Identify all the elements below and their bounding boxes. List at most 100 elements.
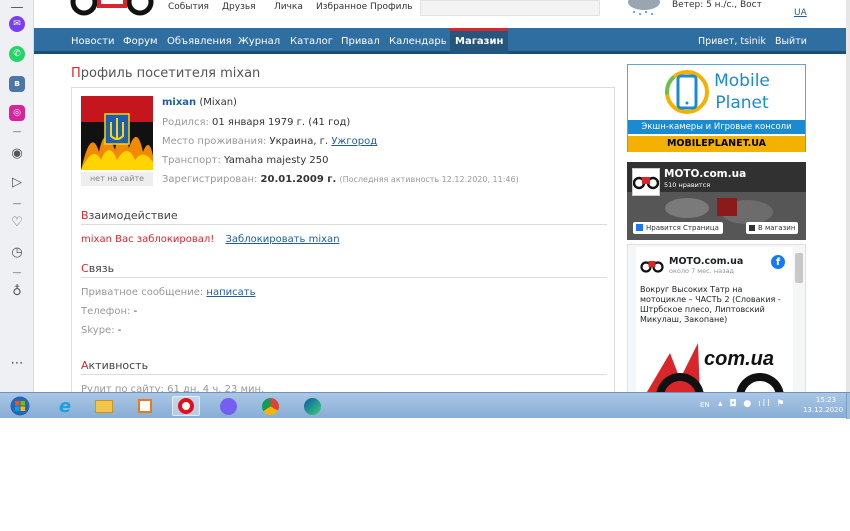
facebook-icon[interactable]: f [771,255,785,269]
fb-like-icon [636,224,643,231]
facebook-page-widget[interactable]: MOTO.com.ua 510 нравится Нравится Страни… [627,162,806,240]
contact-title-first: С [81,262,89,275]
tray-icons[interactable]: ▴ ◘ ● ıll ⚑ [718,399,787,409]
search-input[interactable] [420,0,600,16]
post-time[interactable]: около 7 мес. назад [669,267,734,275]
transport-label: Транспорт: [162,155,221,166]
nav-rest[interactable]: Привал [341,36,380,47]
nav-journal[interactable]: Журнал [238,36,280,47]
nav-catalog[interactable]: Каталог [290,36,333,47]
history-icon[interactable]: ◷ [8,245,26,261]
profile-born-row: Родился: 01 января 1979 г. (41 год) [162,117,350,128]
taskbar-media[interactable] [134,396,156,416]
keyboard-language[interactable]: EN [700,401,710,409]
divider-icon: — [12,127,22,137]
nav-ads[interactable]: Объявления [167,36,232,47]
messenger-icon[interactable]: ✉ [9,16,25,32]
nav-forum[interactable]: Форум [123,36,158,47]
lang-switch-ua[interactable]: UA [794,8,807,18]
clock-time[interactable]: 15:23 [808,396,844,404]
show-desktop-button[interactable] [846,393,850,419]
ad-mobile-planet[interactable]: Mobile Planet Экшн-камеры и Игровые консо… [627,64,806,152]
fb-like-page-label: Нравится Страница [646,224,719,232]
post-scrollbar[interactable] [795,253,803,283]
send-icon[interactable]: ▷ [8,175,26,191]
contact-title-rest: вязь [88,262,115,275]
weather-wind: Ветер: 5 н./с., Вост [672,0,762,10]
top-link-events[interactable]: События [168,2,209,12]
fb-shop-label: В магазин [758,224,796,232]
nav-shop-active[interactable]: Магазин [450,28,508,54]
activity-title-rest: ктивность [88,359,149,372]
interaction-title-rest: заимодействие [88,209,178,222]
profile-name-row: mixan (Mixan) [162,97,237,108]
media-player-icon [138,399,152,413]
fb-post: MOTO.com.ua около 7 мес. назад f Вокруг … [636,247,793,392]
whatsapp-icon[interactable]: ✆ [9,46,25,62]
moto-logo[interactable] [70,0,154,16]
interaction-row: mixan Вас заблокировал! Заблокировать mi… [81,234,340,245]
start-button[interactable] [9,396,31,416]
opera-icon [178,398,194,414]
registered-label: Зарегистрирован: [162,174,258,185]
top-link-messages[interactable]: Личка [274,2,303,12]
profile-transport-row: Транспорт: Yamaha majesty 250 [162,155,329,166]
taskbar-ie[interactable]: e [54,395,76,417]
place-city-link[interactable]: Ужгород [331,136,377,147]
divider-icon: — [12,199,22,209]
profile-username[interactable]: mixan [162,97,196,108]
ad-url[interactable]: MOBILEPLANET.UA [628,136,805,152]
block-user-link[interactable]: Заблокировать mixan [225,234,339,245]
folder-icon [95,399,113,413]
fb-shop-button[interactable]: В магазин [746,222,798,234]
nav-calendar[interactable]: Календарь [389,36,447,47]
post-image[interactable]: com.ua [640,339,790,392]
last-activity: (Последняя активность 12.12.2020, 11:46) [339,175,519,184]
online-status: нет на сайте [81,172,153,186]
private-message-row: Приватное сообщение: написать [81,287,255,298]
fb-page-name[interactable]: MOTO.com.ua [664,168,746,180]
page-scrollbar[interactable] [846,0,850,392]
fb-like-page-button[interactable]: Нравится Страница [633,222,723,234]
activity-row: Рулит по сайту: 61 дн. 4 ч. 23 мин. [81,384,265,392]
page-title-first-letter: П [71,66,81,81]
top-link-favorites[interactable]: Избранное [316,2,367,12]
taskbar-opera[interactable] [172,396,200,416]
clock-date[interactable]: 13.12.2020 [800,406,846,414]
fb-like-count: 510 нравится [664,181,711,189]
avatar[interactable] [81,96,153,170]
nav-news[interactable]: Новости [71,36,114,47]
page-title-text: рофиль посетителя mixan [80,66,261,81]
taskbar-explorer[interactable] [93,396,115,416]
taskbar-viber[interactable] [217,396,239,416]
taskbar-chrome[interactable] [259,396,281,416]
ie-icon: e [58,395,72,417]
web-page: События Друзья Личка Избранное Профиль В… [34,0,846,392]
menu-icon[interactable]: — [8,0,26,16]
ad-strip: Экшн-камеры и Игровые консоли [628,120,805,134]
activity-title-first: А [81,359,89,372]
nav-logout[interactable]: Выйти [775,36,807,47]
top-link-profile[interactable]: Профиль [370,2,413,12]
top-link-friends[interactable]: Друзья [222,2,256,12]
write-message-link[interactable]: написать [206,287,255,298]
pinboard-icon[interactable]: ♁ [8,284,26,300]
born-label: Родился: [162,117,209,128]
post-author[interactable]: MOTO.com.ua [669,256,743,267]
transport-value: Yamaha majesty 250 [224,155,329,166]
born-value: 01 января 1979 г. (41 год) [212,117,351,128]
chrome-icon [261,397,279,415]
post-text: Вокруг Высоких Татр на мотоцикле – ЧАСТЬ… [640,285,781,324]
divider [81,277,607,278]
instagram-icon[interactable]: ◎ [9,105,25,121]
divider [81,374,607,375]
nav-greeting[interactable]: Привет, tsinik [698,36,766,47]
vk-icon[interactable]: в [9,76,25,92]
player-icon[interactable]: ◉ [8,146,26,162]
fb-avatar [632,168,660,196]
taskbar-edge[interactable] [301,396,323,416]
divider [81,224,607,225]
facebook-post-widget: MOTO.com.ua около 7 мес. назад f Вокруг … [627,244,806,392]
more-icon[interactable]: ⋯ [8,356,26,372]
heart-icon[interactable]: ♡ [8,215,26,231]
